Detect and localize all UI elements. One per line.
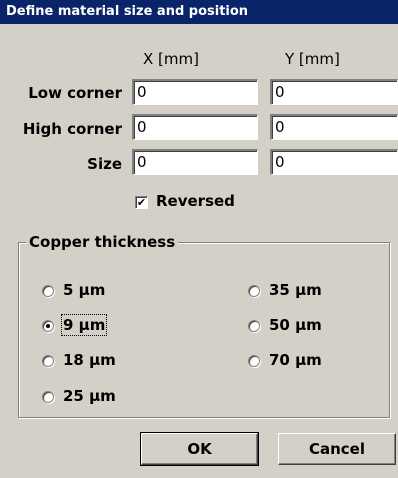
window-title: Define material size and position xyxy=(0,0,398,24)
radio-25um[interactable] xyxy=(42,391,54,403)
cancel-button[interactable]: Cancel xyxy=(278,433,396,465)
radio-18um-label: 18 µm xyxy=(63,351,116,369)
low-corner-x-input[interactable]: 0 xyxy=(132,79,258,105)
radio-5um[interactable] xyxy=(42,285,54,297)
checkmark-icon: ✔ xyxy=(136,196,147,209)
radio-35um-label: 35 µm xyxy=(269,281,322,299)
radio-50um[interactable] xyxy=(248,320,260,332)
column-header-x: X [mm] xyxy=(143,50,199,68)
high-corner-y-input[interactable]: 0 xyxy=(270,114,398,140)
size-label: Size xyxy=(87,155,122,173)
low-corner-y-input[interactable]: 0 xyxy=(270,79,398,105)
radio-70um[interactable] xyxy=(248,355,260,367)
radio-50um-label: 50 µm xyxy=(269,316,322,334)
low-corner-label: Low corner xyxy=(28,84,122,102)
size-x-input[interactable]: 0 xyxy=(132,149,258,175)
radio-70um-label: 70 µm xyxy=(269,351,322,369)
high-corner-x-input[interactable]: 0 xyxy=(132,114,258,140)
size-y-input[interactable]: 0 xyxy=(270,149,398,175)
radio-5um-label: 5 µm xyxy=(63,281,106,299)
column-header-y: Y [mm] xyxy=(285,50,340,68)
ok-button[interactable]: OK xyxy=(140,432,259,466)
radio-25um-label: 25 µm xyxy=(63,387,116,405)
copper-thickness-title: Copper thickness xyxy=(26,233,179,251)
radio-selected-dot-icon xyxy=(46,324,50,328)
reversed-checkbox[interactable]: ✔ xyxy=(135,196,148,209)
radio-9um-label: 9 µm xyxy=(60,314,108,336)
reversed-label: Reversed xyxy=(156,192,235,210)
radio-18um[interactable] xyxy=(42,355,54,367)
radio-9um[interactable] xyxy=(42,320,54,332)
high-corner-label: High corner xyxy=(22,120,122,138)
radio-35um[interactable] xyxy=(248,285,260,297)
